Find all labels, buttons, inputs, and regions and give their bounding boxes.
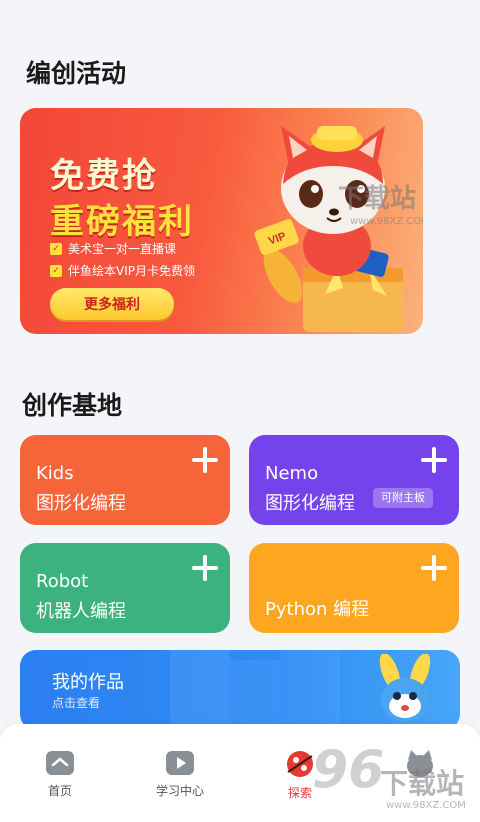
- card-title: Robot: [36, 571, 89, 592]
- tab-home[interactable]: 首页: [20, 750, 100, 799]
- plus-icon: [192, 555, 218, 581]
- home-icon: [46, 751, 74, 775]
- python-programming-card[interactable]: Python 编程: [249, 543, 459, 633]
- plus-icon: [192, 447, 218, 473]
- explore-icon: [287, 751, 313, 777]
- banner-headline-2: 重磅福利: [50, 202, 194, 242]
- section-title-base: 创作基地: [22, 391, 123, 420]
- section-title-activities: 编创活动: [26, 59, 127, 88]
- watermark-text: 下载站: [380, 767, 465, 800]
- card-subtitle: 图形化编程: [36, 493, 126, 514]
- my-works-card[interactable]: 我的作品 点击查看: [20, 650, 460, 730]
- plus-icon: [421, 555, 447, 581]
- watermark-number: 96: [312, 740, 385, 800]
- watermark-text: 下载站: [338, 184, 417, 214]
- watermark-url: www.98XZ.COM: [386, 800, 466, 811]
- nemo-graphical-programming-card[interactable]: Nemo 图形化编程 可附主板: [249, 435, 459, 525]
- kids-graphical-programming-card[interactable]: Kids 图形化编程: [20, 435, 230, 525]
- banner-headline-1: 免费抢: [50, 156, 158, 196]
- robot-programming-card[interactable]: Robot 机器人编程: [20, 543, 230, 633]
- tab-label: 探索: [287, 786, 312, 800]
- card-title: Kids: [36, 463, 74, 484]
- tab-label: 首页: [47, 784, 72, 798]
- tab-learning-center[interactable]: 学习中心: [140, 750, 220, 799]
- play-icon: [166, 751, 194, 775]
- tab-label: 学习中心: [155, 784, 204, 798]
- plus-icon: [421, 447, 447, 473]
- card-title: Python 编程: [265, 599, 370, 620]
- my-works-title: 我的作品: [52, 672, 124, 693]
- banner-benefit-item: ✓ 美术宝一对一直播课: [50, 240, 176, 257]
- check-icon: ✓: [50, 242, 62, 255]
- mainboard-tag: 可附主板: [373, 488, 433, 508]
- my-works-subtitle: 点击查看: [52, 696, 101, 710]
- card-title: Nemo: [265, 463, 319, 484]
- more-benefits-button[interactable]: 更多福利: [50, 288, 174, 320]
- bunny-mascot-icon: [379, 654, 431, 722]
- promo-banner[interactable]: 免费抢 重磅福利 ✓ 美术宝一对一直播课 ✓ 伴鱼绘本VIP月卡免费领 更多福利: [20, 108, 423, 334]
- banner-benefit-item: ✓ 伴鱼绘本VIP月卡免费领: [50, 262, 195, 279]
- card-subtitle: 机器人编程: [36, 601, 126, 622]
- watermark-url: www.98XZ.COM: [350, 216, 423, 227]
- card-subtitle: 图形化编程: [265, 493, 355, 514]
- check-icon: ✓: [50, 264, 62, 277]
